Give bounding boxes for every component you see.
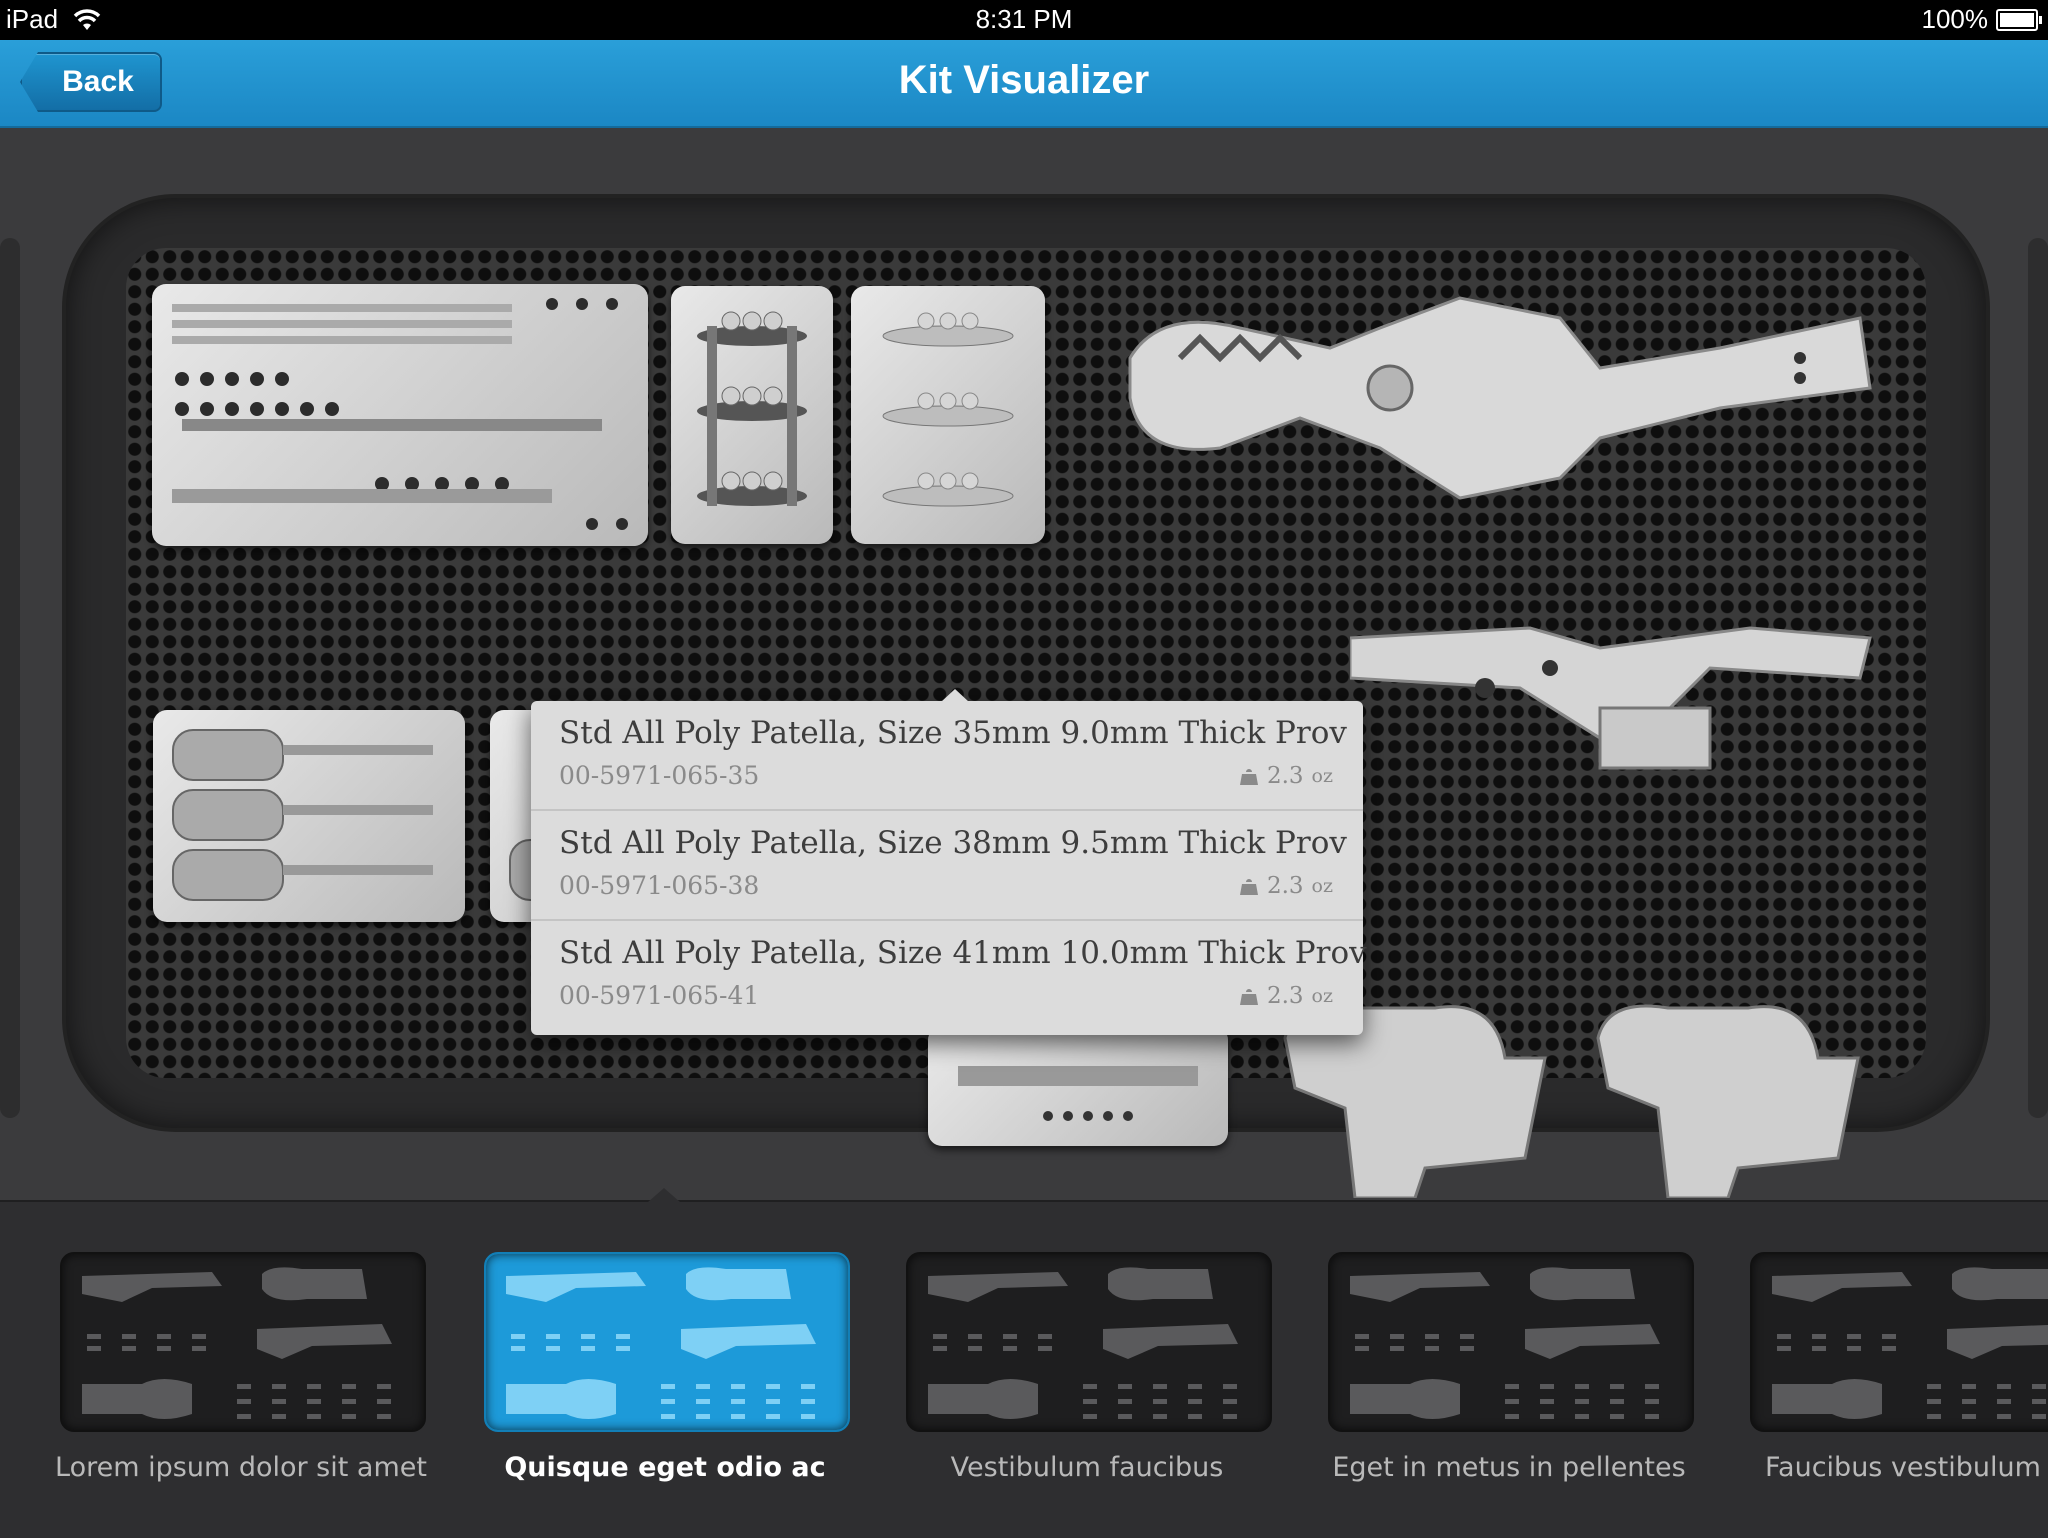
weight-value: 2.3 [1266, 983, 1304, 1009]
kit-label[interactable]: Faucibus vestibulum [1719, 1452, 2048, 1483]
status-bar: iPad 8:31 PM 100% [0, 0, 2048, 40]
kit-label[interactable]: Vestibulum faucibus [875, 1452, 1299, 1483]
kit-view: Std All Poly Patella, Size 35mm 9.0mm Th… [0, 128, 2048, 1200]
status-right: 100% [1921, 4, 2042, 35]
instrument-popover: Std All Poly Patella, Size 35mm 9.0mm Th… [531, 689, 1367, 1035]
kit-thumbnail[interactable] [60, 1252, 426, 1432]
weight-value: 2.3 [1266, 763, 1304, 789]
kit-selector: Lorem ipsum dolor sit amet Quisque eget … [0, 1188, 2048, 1538]
item-name: Std All Poly Patella, Size 41mm 10.0mm T… [559, 935, 1367, 971]
battery-fill [2000, 12, 2034, 27]
page-title: Kit Visualizer [898, 58, 1150, 102]
popover-item[interactable]: Std All Poly Patella, Size 35mm 9.0mm Th… [531, 701, 1363, 811]
reamer-block-1-drawing [172, 729, 433, 901]
kit-thumbnail[interactable] [484, 1252, 850, 1432]
instrument-sizer-plate[interactable] [152, 284, 648, 546]
item-name: Std All Poly Patella, Size 35mm 9.0mm Th… [559, 715, 1347, 751]
kit-label[interactable]: Eget in metus in pellentes [1297, 1452, 1721, 1483]
drill-template-drawing [958, 1066, 1198, 1121]
weight-value: 2.3 [1266, 873, 1304, 899]
instrument-drill-template[interactable] [928, 1026, 1228, 1146]
patella-holder-2-drawing [882, 312, 1014, 507]
kit-thumbnail-drawing [1350, 1267, 1660, 1419]
item-code: 00-5971-065-41 [559, 981, 760, 1010]
selection-indicator [648, 1188, 680, 1202]
weight-unit: oz [1311, 765, 1333, 787]
item-weight: 2.3 oz [1239, 763, 1333, 789]
next-tray-edge[interactable] [2028, 238, 2048, 1118]
instrument-valgus-guide-2[interactable] [1588, 998, 1868, 1198]
weight-icon [1239, 989, 1258, 1005]
item-code: 00-5971-065-38 [559, 871, 760, 900]
patella-clamp-drawing [1128, 296, 1872, 500]
instrument-patella-holder-2[interactable] [851, 286, 1045, 544]
instrument-patella-clamp[interactable] [1100, 278, 1880, 518]
sizer-plate-drawing [172, 298, 628, 530]
instrument-patella-holder-1[interactable] [671, 286, 833, 544]
drill-guide-drawing [1350, 626, 1872, 770]
instrument-reamer-block-1[interactable] [153, 710, 465, 922]
item-weight: 2.3 oz [1239, 873, 1333, 899]
status-time: 8:31 PM [975, 4, 1073, 34]
weight-unit: oz [1311, 875, 1333, 897]
kit-thumbnail[interactable] [1328, 1252, 1694, 1432]
item-name: Std All Poly Patella, Size 38mm 9.5mm Th… [559, 825, 1347, 861]
weight-icon [1239, 879, 1258, 895]
weight-icon [1239, 769, 1258, 785]
kit-thumbnail-drawing [1772, 1267, 2048, 1419]
item-weight: 2.3 oz [1239, 983, 1333, 1009]
popover-item[interactable]: Std All Poly Patella, Size 38mm 9.5mm Th… [531, 811, 1363, 921]
kit-thumbnail-drawing [928, 1267, 1238, 1419]
kit-thumbnail[interactable] [906, 1252, 1272, 1432]
previous-tray-edge[interactable] [0, 238, 20, 1118]
navigation-bar: Back Kit Visualizer [0, 40, 2048, 128]
kit-label[interactable]: Lorem ipsum dolor sit amet [29, 1452, 453, 1483]
weight-unit: oz [1311, 985, 1333, 1007]
kit-thumbnail-drawing [506, 1267, 816, 1419]
patella-holder-1-drawing [697, 311, 807, 506]
item-code: 00-5971-065-35 [559, 761, 760, 790]
kit-thumbnail-drawing [82, 1267, 392, 1419]
kit-thumbnail[interactable] [1750, 1252, 2048, 1432]
battery-percent: 100% [1921, 4, 1989, 34]
battery-icon [1996, 8, 2042, 31]
popover-item[interactable]: Std All Poly Patella, Size 41mm 10.0mm T… [531, 921, 1367, 1031]
kit-label[interactable]: Quisque eget odio ac [453, 1452, 877, 1483]
instrument-drill-guide[interactable] [1350, 608, 1880, 778]
valgus-guide-2-drawing [1596, 1004, 1860, 1198]
